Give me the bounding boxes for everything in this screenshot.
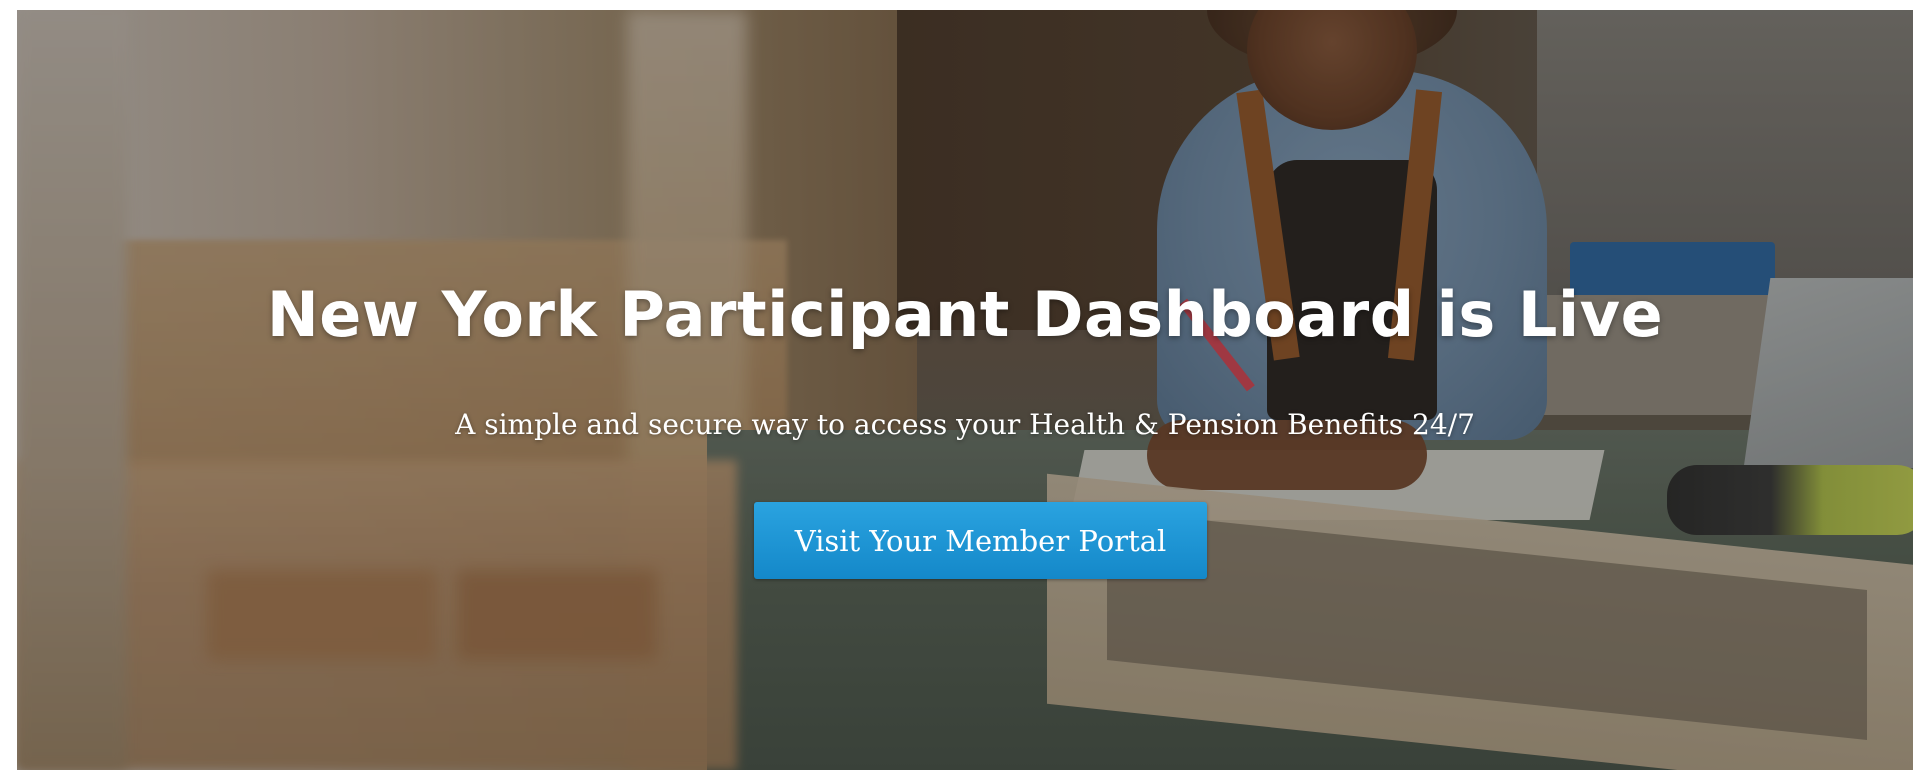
hero-overlay [17,10,1913,770]
hero-subheadline: A simple and secure way to access your H… [455,408,1475,441]
page: New York Participant Dashboard is Live A… [0,0,1913,770]
hero-banner: New York Participant Dashboard is Live A… [17,10,1913,770]
visit-member-portal-button[interactable]: Visit Your Member Portal [754,502,1207,579]
hero-headline: New York Participant Dashboard is Live [266,278,1664,351]
